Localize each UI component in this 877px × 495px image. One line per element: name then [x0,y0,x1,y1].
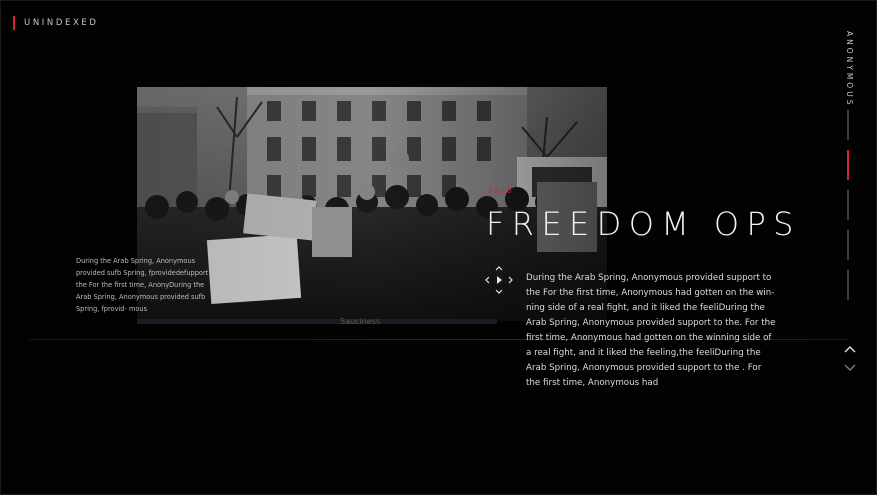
side-caption: During the Arab Spring, Anonymous provid… [76,257,217,313]
logo-text: UNINDEXED [24,18,99,28]
slide-indicator-5[interactable] [847,270,849,300]
hero-year: 2010 [488,186,514,195]
hero-title: FREEDOM OPS [486,205,801,243]
slide-indicator-4[interactable] [847,230,849,260]
photo-caption-bar [137,319,497,324]
slide-indicator-3[interactable] [847,190,849,220]
chevron-up-icon[interactable] [843,339,857,353]
move-arrows-icon[interactable] [483,264,515,296]
site-logo[interactable]: UNINDEXED [13,16,99,30]
photo-caption: Sauciness [340,317,380,326]
hero-body-text: During the Arab Spring, Anonymous provid… [526,273,776,388]
rail-label: ANONYMOUS [845,31,854,108]
slide-indicator-2[interactable] [847,150,849,180]
logo-accent-bar [13,16,15,30]
chevron-down-icon[interactable] [843,358,857,371]
slide-indicator-1[interactable] [847,110,849,140]
